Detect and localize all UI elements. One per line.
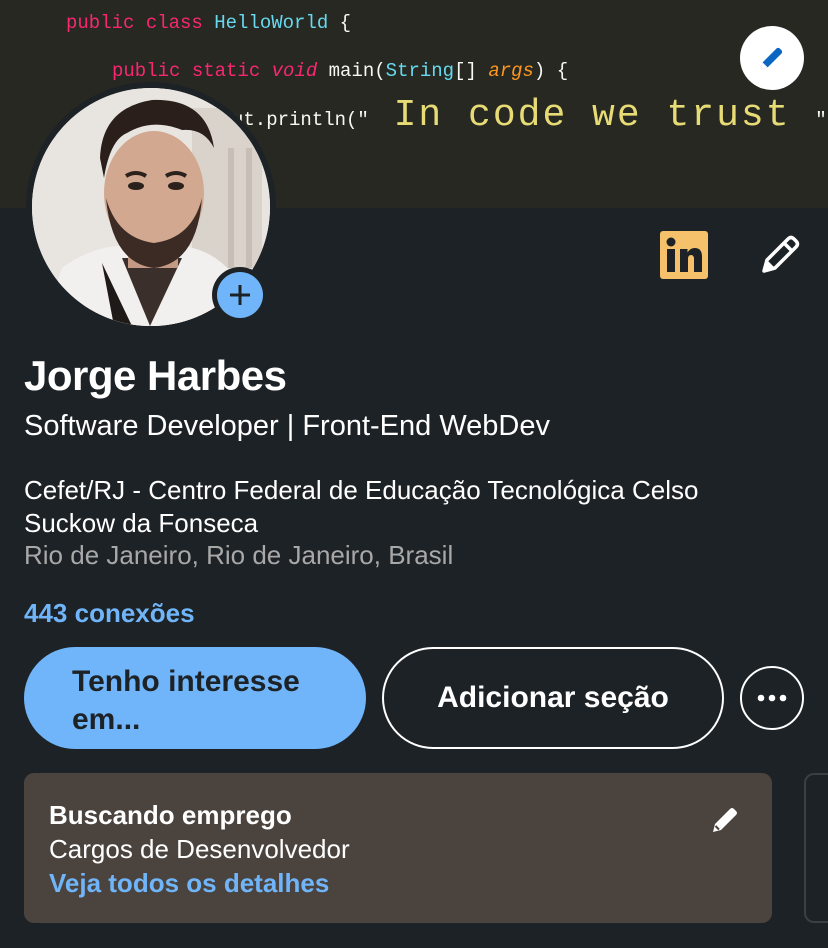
code-token: [] (454, 60, 489, 82)
see-all-details-link[interactable]: Veja todos os detalhes (49, 868, 329, 899)
open-to-button[interactable]: Tenho interesse em... (24, 647, 366, 749)
linkedin-icon[interactable] (660, 231, 708, 279)
plus-icon (230, 285, 250, 305)
next-card-peek[interactable] (804, 773, 828, 923)
banner-code-line: public static void main(String[] args) { (112, 60, 568, 82)
add-section-button[interactable]: Adicionar seção (382, 647, 724, 749)
add-photo-circle (217, 272, 263, 318)
code-token: args (488, 60, 534, 82)
open-to-work-card[interactable]: Buscando emprego Cargos de Desenvolvedor… (24, 773, 772, 923)
pencil-icon (760, 47, 783, 70)
connections-link[interactable]: 443 conexões (24, 598, 195, 629)
pencil-icon (762, 235, 800, 273)
profile-headline: Software Developer | Front-End WebDev (24, 410, 551, 442)
card-subtitle: Cargos de Desenvolvedor (49, 834, 350, 864)
more-horizontal-icon (757, 694, 787, 702)
code-token: ) { (533, 60, 569, 82)
edit-banner-button[interactable] (740, 26, 804, 90)
card-title: Buscando emprego (49, 800, 292, 830)
code-token: HelloWorld (214, 12, 329, 34)
code-token: public static (112, 60, 272, 82)
code-token: String (385, 60, 455, 82)
profile-education[interactable]: Cefet/RJ - Centro Federal de Educação Te… (24, 474, 794, 540)
edit-profile-button[interactable] (756, 231, 804, 279)
code-token: public class (66, 12, 215, 34)
more-actions-button[interactable] (740, 666, 804, 730)
banner-code-line: ut.println(" In code we trust "); (232, 94, 828, 142)
code-token: In code we trust (368, 94, 816, 137)
profile-location: Rio de Janeiro, Rio de Janeiro, Brasil (24, 540, 454, 570)
edit-open-to-work-button[interactable] (708, 805, 740, 837)
code-token: void (271, 60, 318, 82)
code-token: { (328, 12, 352, 34)
banner-code-line: public class HelloWorld { (66, 12, 351, 34)
code-token: "); (815, 109, 828, 131)
pencil-icon (713, 808, 737, 832)
code-token: ut.println(" (232, 109, 369, 131)
add-photo-button[interactable] (212, 267, 268, 323)
code-token: main( (317, 60, 386, 82)
profile-name: Jorge Harbes (24, 352, 287, 399)
